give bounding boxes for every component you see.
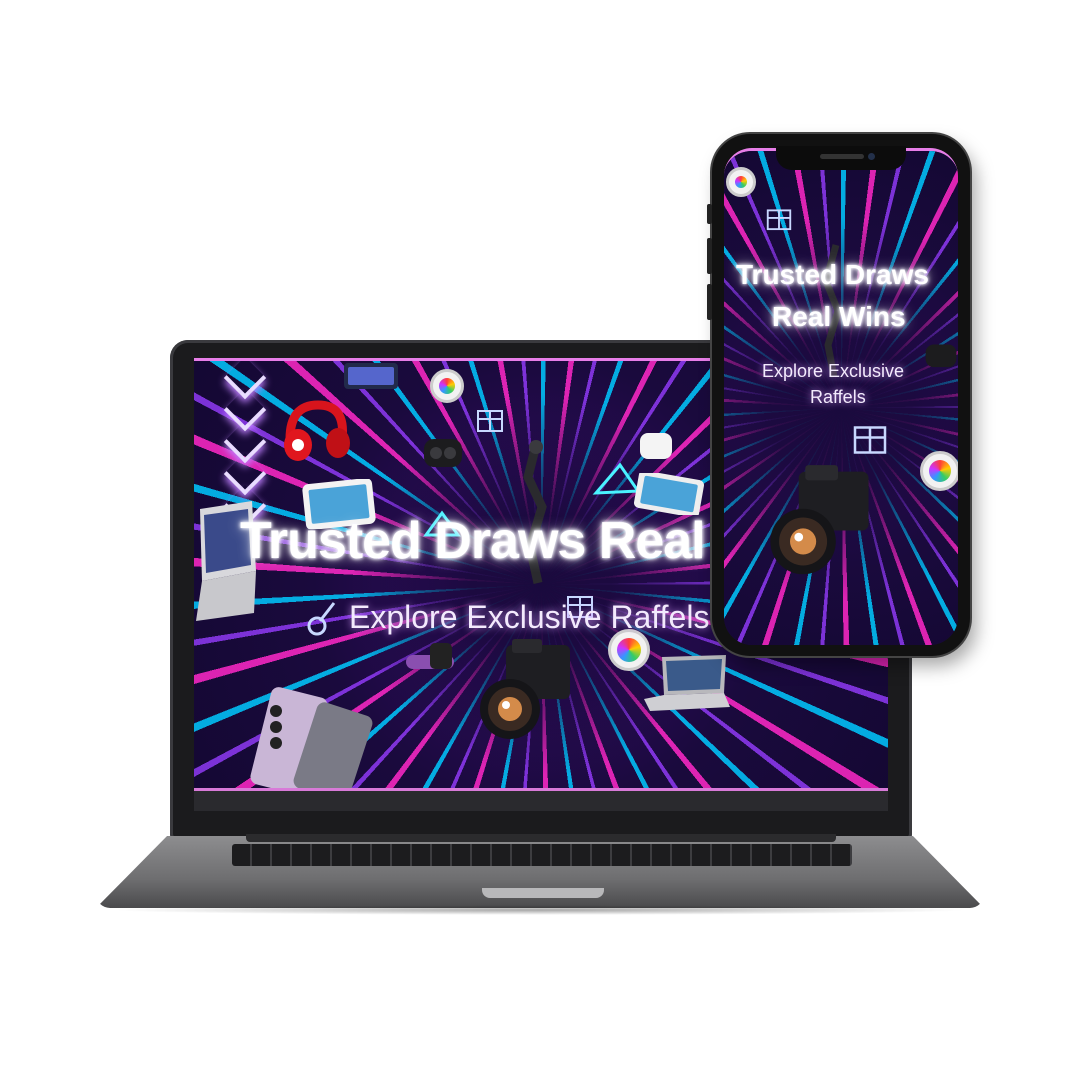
hero-subtitle-line1: Explore Exclusive <box>762 361 905 381</box>
hero-title-line2: Real Wins <box>772 301 906 332</box>
smartphone-icon <box>250 687 373 791</box>
gift-icon <box>766 209 792 231</box>
phone-button <box>707 238 712 274</box>
earbuds-icon <box>424 439 462 467</box>
gift-icon <box>477 410 503 432</box>
headphones-icon <box>284 400 350 461</box>
front-camera-icon <box>868 153 875 160</box>
hero-subtitle: Explore Exclusive Raffels <box>349 599 710 635</box>
keyboard <box>232 844 852 866</box>
earbuds-icon <box>640 433 672 459</box>
phone-button <box>707 204 712 224</box>
tablet-icon <box>634 473 704 515</box>
gift-icon <box>853 426 887 454</box>
hero-title: Trusted Draws Real <box>240 512 706 570</box>
guitar-icon <box>307 602 336 636</box>
laptop-icon <box>644 655 730 711</box>
smartwatch-icon <box>430 369 464 403</box>
camera-icon <box>480 639 570 739</box>
camera-icon <box>770 465 869 575</box>
earbuds-icon <box>925 344 957 368</box>
smartphone-icon <box>344 363 398 389</box>
phone-screen: Trusted Draws Real Wins Explore Exclusiv… <box>724 148 958 645</box>
hero-title-line1: Trusted Draws <box>736 259 929 290</box>
phone-speaker <box>820 154 864 159</box>
hero-subtitle-line2: Raffels <box>810 387 866 407</box>
laptop-hinge <box>246 834 836 842</box>
smartwatch-icon <box>406 643 454 669</box>
smartwatch-icon <box>920 451 958 491</box>
phone-button <box>707 284 712 320</box>
laptop-notch <box>482 888 604 898</box>
laptop-screen-bezel <box>194 788 888 811</box>
shadow <box>110 905 970 915</box>
smartwatch-icon <box>726 167 756 197</box>
